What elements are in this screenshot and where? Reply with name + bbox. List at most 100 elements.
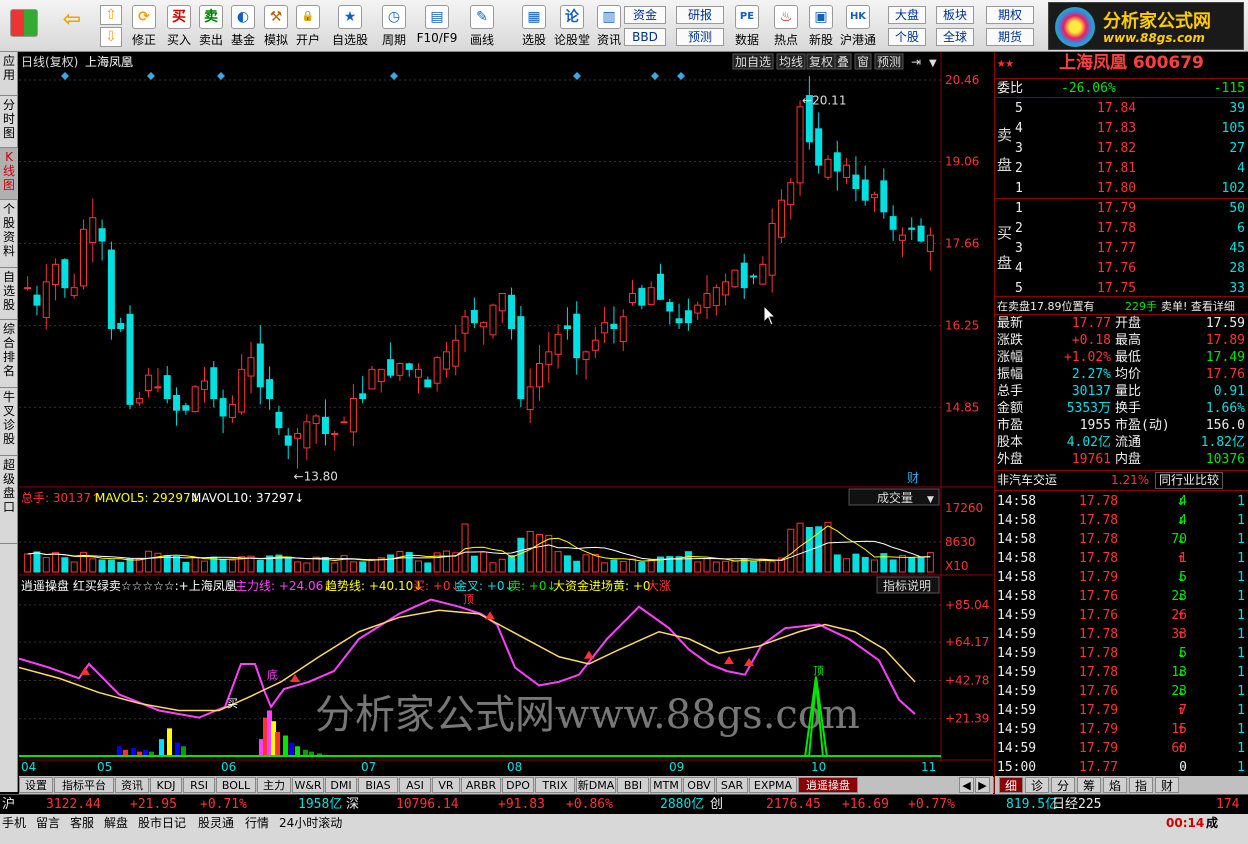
global-button[interactable]: 全球 (936, 28, 974, 46)
left-tab-3[interactable]: 个股资料 (0, 200, 18, 268)
indicator-tab[interactable]: VR (432, 777, 460, 793)
left-tab-2[interactable]: K线图 (0, 148, 18, 200)
back-button[interactable]: ⇦ (52, 3, 92, 49)
scroll-left-icon[interactable]: ◀ (959, 777, 974, 793)
sidebar-tab[interactable]: 分 (1051, 777, 1075, 793)
chart-header-button[interactable]: 复权 (809, 55, 833, 69)
indicator-tab[interactable]: BIAS (358, 777, 398, 793)
future2-button[interactable]: 期货 (986, 28, 1034, 46)
fund-button[interactable]: ◐ 基金 (228, 3, 258, 49)
quick-link[interactable]: 24小时滚动 (279, 814, 342, 832)
quick-link[interactable]: 解盘 (104, 814, 128, 832)
indicator-tab[interactable]: KDJ (150, 777, 182, 793)
event-diamond-icon[interactable] (147, 72, 155, 80)
futures-button[interactable]: 期权 (986, 6, 1034, 24)
indicator-tab[interactable]: DMI (325, 777, 357, 793)
quick-link[interactable]: 手机 (2, 814, 26, 832)
chart-header-button[interactable]: 均线 (779, 55, 803, 69)
kline-chart[interactable]: 日线(复权) 上海凤凰 加自选 均线 复权叠窗预测 ⇥ ▼ 20.46 19.06 17.66 16… (18, 52, 993, 776)
left-tab-0[interactable]: 应用 (0, 52, 18, 96)
period-button[interactable]: ◷ 周期 (376, 3, 412, 49)
updown-button[interactable]: ⇧ ⇩ (98, 3, 124, 49)
left-tab-7[interactable]: 超级盘口 (0, 456, 18, 544)
quick-link[interactable]: 行情 (245, 814, 269, 832)
quick-link[interactable]: 股市日记 (138, 814, 186, 832)
hot-button[interactable]: ♨ 热点 (770, 3, 802, 49)
indicator-tab[interactable]: 指标平台 (54, 777, 114, 793)
self-button[interactable]: ★ 自选股 (329, 3, 371, 49)
sidebar-tab[interactable]: 财 (1155, 777, 1179, 793)
hk-button[interactable]: HK 沪港通 (840, 3, 876, 49)
left-tab-5[interactable]: 综合排名 (0, 320, 18, 388)
indicator-tab[interactable]: TRIX (535, 777, 575, 793)
chart-header-button[interactable]: 窗 (857, 55, 869, 69)
left-tab-6[interactable]: 牛叉诊股 (0, 388, 18, 456)
buy-button[interactable]: 买买入 (164, 3, 194, 49)
forum-button[interactable]: 论论股堂 (554, 3, 590, 49)
select-button[interactable]: ▦ 选股 (513, 3, 555, 49)
indicator-tab[interactable]: 逍遥操盘 (798, 777, 858, 793)
chart-header-button[interactable]: 预测 (877, 55, 901, 69)
indicator-tab[interactable]: 设置 (19, 777, 53, 793)
event-diamond-icon[interactable] (61, 72, 69, 80)
stock-button[interactable]: 个股 (888, 28, 926, 46)
event-diamond-icon[interactable] (390, 72, 398, 80)
quick-link[interactable]: 客服 (70, 814, 94, 832)
indicator-tab[interactable]: EXPMA (749, 777, 797, 793)
quick-link[interactable]: 留言 (36, 814, 60, 832)
sidebar-tab[interactable]: 指 (1129, 777, 1153, 793)
open-button[interactable]: 🔒 开户 (293, 3, 323, 49)
indicator-tab[interactable]: W&R (292, 777, 324, 793)
chart-area[interactable]: 日线(复权) 上海凤凰 加自选 均线 复权叠窗预测 ⇥ ▼ 20.46 19.06 17.66 16… (18, 52, 993, 776)
draw-button[interactable]: ✎ 画线 (466, 3, 498, 49)
chart-header-button[interactable]: 加自选 (735, 55, 771, 69)
bbd-button[interactable]: BBD (624, 28, 666, 46)
sidebar-tab[interactable]: 焰 (1103, 777, 1127, 793)
indicator-tab[interactable]: SAR (716, 777, 748, 793)
left-tab-1[interactable]: 分时图 (0, 96, 18, 148)
newstock-button[interactable]: ▣ 新股 (806, 3, 836, 49)
indicator-tab[interactable]: 主力 (257, 777, 291, 793)
indicator-tab[interactable]: BOLL (216, 777, 256, 793)
scroll-right-icon[interactable]: ▶ (975, 777, 990, 793)
indicator-tab[interactable]: RSI (183, 777, 215, 793)
sector-button[interactable]: 板块 (936, 6, 974, 24)
chart-header-button[interactable]: 叠 (837, 55, 849, 69)
finance-tag[interactable]: 财 (907, 471, 919, 485)
capital-button[interactable]: 资金 (624, 6, 666, 24)
data-button[interactable]: PE 数据 (732, 3, 762, 49)
indicator-tab[interactable]: DPO (502, 777, 534, 793)
news-button[interactable]: ▥ 资讯 (594, 3, 624, 49)
indicator-tab[interactable]: 资讯 (115, 777, 149, 793)
quick-link[interactable]: 股灵通 (198, 814, 234, 832)
menu-arrow-icon[interactable]: ▼ (929, 58, 937, 69)
indicator-tab[interactable]: 新DMA (576, 777, 616, 793)
sell-button[interactable]: 卖卖出 (196, 3, 226, 49)
indicator-tab[interactable]: BBI (617, 777, 649, 793)
indicator-tab[interactable]: ARBR (461, 777, 501, 793)
indicator-tab[interactable]: ASI (399, 777, 431, 793)
sim-button[interactable]: ⚒ 模拟 (261, 3, 291, 49)
event-diamond-icon[interactable] (217, 72, 225, 80)
event-diamond-icon[interactable] (677, 72, 685, 80)
industry-compare-button[interactable]: 同行业比较 (1155, 472, 1224, 489)
fix-button[interactable]: ⟳ 修正 (128, 3, 160, 49)
indicator-tab[interactable]: MTM (650, 777, 682, 793)
sidebar-tab[interactable]: 细 (999, 777, 1023, 793)
vol-selector-label[interactable]: 成交量 (877, 490, 913, 505)
pin-icon[interactable]: ⇥ (911, 55, 921, 69)
event-diamond-icon[interactable] (573, 72, 581, 80)
sidebar-tab[interactable]: 诊 (1025, 777, 1049, 793)
left-tab-4[interactable]: 自选股 (0, 268, 18, 320)
layout-icon[interactable] (4, 3, 44, 49)
big-order-notice[interactable]: 在卖盘17.89位置有 229手 卖单! 查看详细 (995, 296, 1248, 315)
indicator-help-label[interactable]: 指标说明 (883, 578, 931, 593)
f10-button[interactable]: ▤ F10/F9 (416, 3, 458, 49)
forecast-button[interactable]: 预测 (676, 28, 724, 46)
market-button[interactable]: 大盘 (888, 6, 926, 24)
research-button[interactable]: 研报 (676, 6, 724, 24)
dropdown-arrow-icon[interactable]: ▼ (927, 495, 934, 505)
indicator-tab[interactable]: OBV (683, 777, 715, 793)
event-diamond-icon[interactable] (651, 72, 659, 80)
sidebar-tab[interactable]: 筹 (1077, 777, 1101, 793)
